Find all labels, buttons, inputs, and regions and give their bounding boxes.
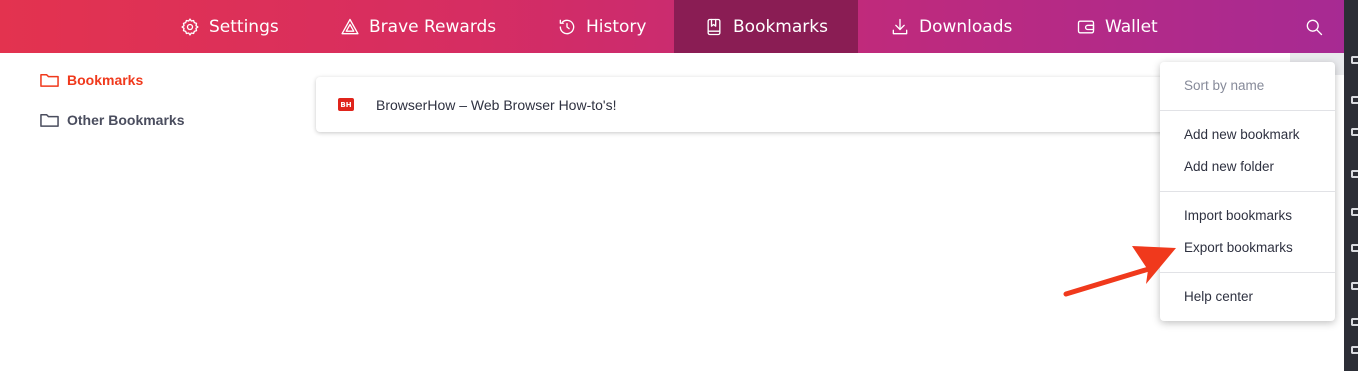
nav-history-label: History	[586, 16, 647, 37]
menu-add-new-folder[interactable]: Add new folder	[1184, 159, 1274, 174]
menu-sort-by-name[interactable]: Sort by name	[1184, 78, 1264, 93]
nav-settings-label: Settings	[209, 16, 279, 37]
edge-icon	[1351, 56, 1358, 64]
nav-wallet[interactable]: Wallet	[1076, 0, 1158, 53]
menu-add-new-bookmark[interactable]: Add new bookmark	[1184, 127, 1300, 142]
edge-icon	[1351, 244, 1358, 252]
sidebar-item-label: Bookmarks	[67, 72, 144, 88]
nav-brave-rewards[interactable]: Brave Rewards	[340, 0, 496, 53]
nav-bookmarks[interactable]: Bookmarks	[674, 0, 858, 53]
menu-import-bookmarks[interactable]: Import bookmarks	[1184, 208, 1292, 223]
nav-downloads-label: Downloads	[919, 16, 1013, 37]
nav-settings[interactable]: Settings	[180, 0, 279, 53]
bookmark-book-icon	[707, 18, 721, 35]
nav-history[interactable]: History	[557, 0, 646, 53]
bookmarks-options-menu: Sort by name Add new bookmark Add new fo…	[1160, 62, 1335, 321]
wallet-icon	[1077, 20, 1095, 33]
nav-search-button[interactable]	[1302, 0, 1326, 53]
menu-export-bookmarks[interactable]: Export bookmarks	[1184, 240, 1293, 255]
rewards-triangle-icon	[341, 18, 359, 34]
menu-help-center[interactable]: Help center	[1184, 289, 1253, 304]
menu-divider	[1160, 272, 1335, 273]
nav-downloads[interactable]: Downloads	[890, 0, 1012, 53]
folder-icon	[40, 114, 59, 127]
nav-rewards-label: Brave Rewards	[369, 16, 497, 37]
sidebar-item-bookmarks[interactable]: Bookmarks	[40, 72, 143, 88]
edge-icon	[1351, 208, 1358, 216]
menu-divider	[1160, 110, 1335, 111]
annotation-arrow-icon	[1063, 246, 1176, 297]
bookmark-row[interactable]: BH BrowserHow – Web Browser How-to's!	[316, 77, 1186, 132]
menu-divider	[1160, 191, 1335, 192]
favicon-icon: BH	[338, 98, 354, 111]
gear-icon	[181, 17, 199, 36]
history-icon	[559, 19, 575, 34]
sidebar-item-other-bookmarks[interactable]: Other Bookmarks	[40, 112, 184, 128]
nav-wallet-label: Wallet	[1105, 16, 1158, 37]
edge-icon	[1351, 346, 1358, 354]
download-icon	[892, 18, 908, 34]
edge-icon	[1351, 128, 1358, 136]
bookmark-title: BrowserHow – Web Browser How-to's!	[376, 96, 617, 113]
bookmarks-sidebar: Bookmarks Other Bookmarks	[0, 53, 300, 371]
edge-icon	[1351, 318, 1358, 326]
edge-icon	[1351, 96, 1358, 104]
top-nav-bar: Settings Brave Rewards History Bookmarks…	[0, 0, 1344, 53]
nav-bookmarks-label: Bookmarks	[733, 16, 828, 37]
search-icon	[1306, 19, 1323, 35]
edge-icon	[1351, 170, 1358, 178]
folder-icon	[40, 74, 59, 87]
sidebar-item-label: Other Bookmarks	[67, 112, 185, 128]
edge-icon	[1351, 282, 1358, 290]
